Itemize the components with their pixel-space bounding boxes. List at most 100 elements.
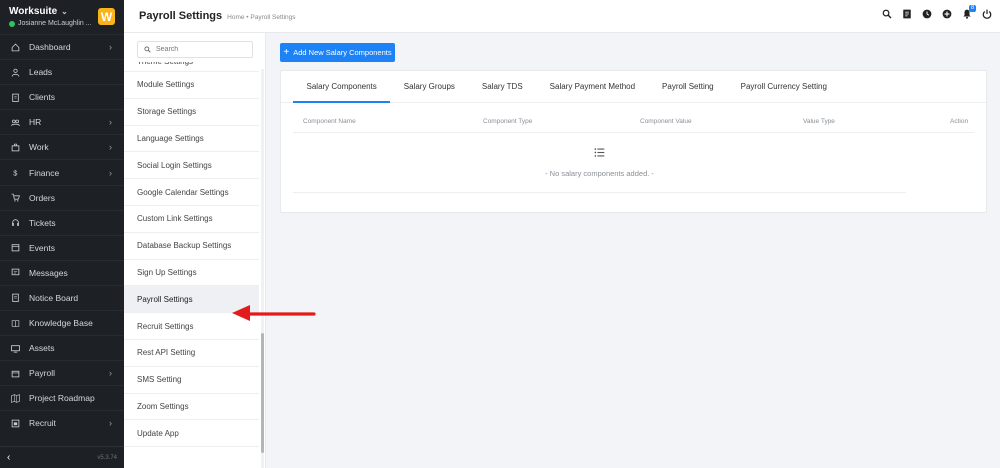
salary-components-card: Salary Components Salary Groups Salary TDS…: [280, 70, 987, 213]
map-icon: [10, 393, 20, 403]
settings-item-google-calendar-settings[interactable]: Google Calendar Settings: [124, 179, 259, 206]
app-version: v5.3.74: [97, 454, 117, 461]
sidebar-item-finance[interactable]: $ Finance ›: [0, 159, 124, 184]
clock-icon[interactable]: [922, 9, 932, 19]
sidebar-item-events[interactable]: Events: [0, 234, 124, 260]
bell-icon[interactable]: 8: [962, 5, 976, 19]
tab-payroll-currency-setting[interactable]: Payroll Currency Setting: [727, 71, 840, 102]
sidebar-item-clients[interactable]: Clients: [0, 84, 124, 109]
settings-item-storage-settings[interactable]: Storage Settings: [124, 99, 259, 126]
sidebar-nav: Dashboard › Leads Clients HR › Work › $ Finance › O…: [0, 34, 124, 436]
settings-item-update-app[interactable]: Update App: [124, 420, 259, 448]
settings-item-database-backup-settings[interactable]: Database Backup Settings: [124, 233, 259, 260]
sticky-notes-icon[interactable]: [902, 9, 912, 19]
svg-text:$: $: [13, 168, 17, 177]
sidebar-item-leads[interactable]: Leads: [0, 59, 124, 84]
sidebar-item-label: Payroll: [29, 368, 55, 379]
tab-salary-components[interactable]: Salary Components: [293, 71, 391, 103]
tab-salary-payment-method[interactable]: Salary Payment Method: [536, 71, 648, 102]
settings-item-module-settings[interactable]: Module Settings: [124, 72, 259, 99]
breadcrumb[interactable]: Home • Payroll Settings: [227, 14, 295, 21]
briefcase-icon: [10, 142, 20, 152]
empty-message: - No salary components added. -: [545, 169, 654, 178]
sidebar-item-label: Assets: [29, 343, 55, 354]
sidebar-item-label: Tickets: [29, 217, 56, 228]
page-title: Payroll Settings: [139, 10, 223, 22]
cart-icon: [10, 193, 20, 203]
settings-list: Theme SettingsModule SettingsStorage Set…: [124, 62, 259, 448]
top-header: Payroll Settings Home • Payroll Settings…: [124, 0, 1000, 33]
sidebar-item-messages[interactable]: Messages: [0, 259, 124, 285]
chevron-right-icon: ›: [109, 142, 112, 153]
settings-item-rest-api-setting[interactable]: Rest API Setting: [124, 340, 259, 367]
sidebar-item-dashboard[interactable]: Dashboard ›: [0, 34, 124, 59]
sidebar-item-knowledge-base[interactable]: Knowledge Base: [0, 310, 124, 335]
monitor-icon: [10, 343, 20, 353]
tab-payroll-setting[interactable]: Payroll Setting: [649, 71, 728, 102]
add-salary-component-button[interactable]: + Add New Salary Components: [280, 43, 395, 62]
sidebar-item-recruit[interactable]: Recruit ›: [0, 410, 124, 435]
sidebar-item-orders[interactable]: Orders: [0, 184, 124, 210]
settings-item-theme-settings[interactable]: Theme Settings: [124, 62, 259, 72]
sidebar-item-hr[interactable]: HR ›: [0, 109, 124, 134]
sidebar-item-payroll[interactable]: Payroll ›: [0, 360, 124, 385]
app-logo: W: [98, 8, 115, 25]
sidebar-item-label: Dashboard: [29, 42, 71, 53]
add-circle-icon[interactable]: [942, 9, 952, 19]
sidebar-item-label: Orders: [29, 192, 55, 203]
building-icon: [10, 92, 20, 102]
sidebar-item-label: Events: [29, 242, 55, 253]
sidebar-item-assets[interactable]: Assets: [0, 335, 124, 360]
column-header-component-type: Component Type: [483, 118, 533, 125]
sidebar-item-work[interactable]: Work ›: [0, 134, 124, 159]
house-icon: [10, 42, 20, 52]
chevron-right-icon: ›: [109, 42, 112, 53]
settings-search-input[interactable]: [156, 46, 246, 53]
brand-name: Worksuite: [9, 6, 58, 17]
column-header-component-name: Component Name: [303, 118, 356, 125]
power-icon[interactable]: [982, 9, 992, 19]
sidebar-item-label: HR: [29, 117, 42, 128]
sidebar-footer: ‹ v5.3.74: [0, 446, 124, 468]
dollar-icon: $: [10, 168, 20, 178]
tab-salary-tds[interactable]: Salary TDS: [468, 71, 536, 102]
annotation-arrow: [232, 305, 316, 321]
settings-item-sign-up-settings[interactable]: Sign Up Settings: [124, 260, 259, 287]
settings-item-zoom-settings[interactable]: Zoom Settings: [124, 394, 259, 421]
tab-salary-groups[interactable]: Salary Groups: [390, 71, 468, 102]
settings-menu: Theme SettingsModule SettingsStorage Set…: [124, 33, 266, 468]
user-name: Josianne McLaughlin ...: [18, 20, 92, 27]
sidebar-item-project-roadmap[interactable]: Project Roadmap: [0, 385, 124, 410]
online-status-icon: [9, 20, 15, 27]
sidebar-item-label: Clients: [29, 92, 55, 103]
wallet-icon: [10, 368, 20, 378]
person-icon: [10, 67, 20, 77]
sidebar-item-notice-board[interactable]: Notice Board: [0, 284, 124, 310]
book-icon: [10, 318, 20, 328]
sidebar-item-label: Knowledge Base: [29, 318, 93, 329]
id-card-icon: [10, 418, 20, 428]
chevron-down-icon: ⌄: [61, 7, 68, 16]
column-header-action: Action: [950, 118, 969, 125]
column-header-value-type: Value Type: [803, 118, 835, 125]
sidebar: Worksuite ⌄ Josianne McLaughlin ... W Da…: [0, 0, 124, 468]
settings-item-language-settings[interactable]: Language Settings: [124, 126, 259, 153]
chevron-right-icon: ›: [109, 368, 112, 379]
settings-search[interactable]: [137, 41, 253, 58]
settings-scrollbar-thumb[interactable]: [261, 333, 264, 453]
chevron-right-icon: ›: [109, 117, 112, 128]
column-header-component-value: Component Value: [640, 118, 692, 125]
settings-item-custom-link-settings[interactable]: Custom Link Settings: [124, 206, 259, 233]
sidebar-item-label: Project Roadmap: [29, 393, 95, 404]
list-icon: [594, 147, 605, 160]
sidebar-item-tickets[interactable]: Tickets: [0, 209, 124, 235]
sidebar-item-label: Work: [29, 142, 49, 153]
brand[interactable]: Worksuite ⌄ Josianne McLaughlin ... W: [0, 0, 124, 34]
headset-icon: [10, 218, 20, 228]
search-icon[interactable]: [882, 9, 892, 19]
chat-icon: [10, 268, 20, 278]
collapse-sidebar-icon[interactable]: ‹: [7, 452, 10, 463]
sidebar-item-label: Leads: [29, 67, 53, 78]
settings-item-sms-setting[interactable]: SMS Setting: [124, 367, 259, 394]
settings-item-social-login-settings[interactable]: Social Login Settings: [124, 152, 259, 180]
